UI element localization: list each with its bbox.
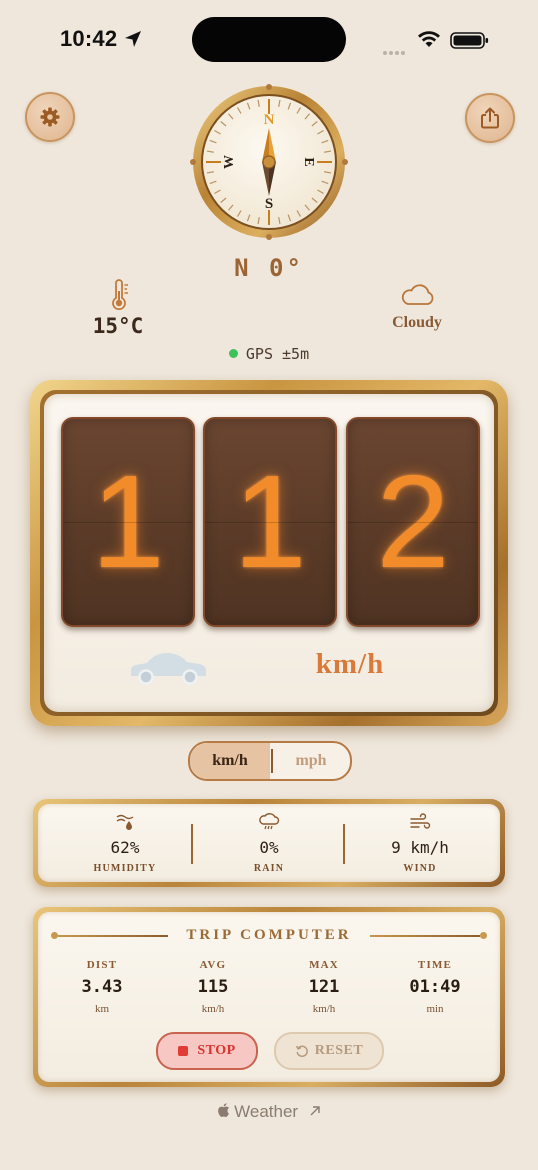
compass-north: N <box>264 112 275 128</box>
sky-condition: Cloudy <box>392 314 442 331</box>
stat-unit: km/h <box>201 1003 225 1015</box>
humidity-label: HUMIDITY <box>93 863 157 874</box>
unit-option-mph[interactable]: mph <box>272 743 350 779</box>
speed-digit-card: 2 <box>346 417 480 627</box>
stat-label: TIME <box>417 959 453 971</box>
share-button[interactable] <box>465 93 515 143</box>
trip-stat-max: MAX 121 km/h <box>274 959 374 1015</box>
metric-divider <box>191 824 193 864</box>
stat-label: MAX <box>309 959 339 971</box>
stat-value: 01:49 <box>409 977 461 997</box>
car-icon <box>131 653 206 685</box>
weather-attribution-link[interactable]: Weather <box>0 1102 538 1122</box>
gear-icon <box>40 107 60 127</box>
stat-value: 115 <box>197 977 229 997</box>
cellular-icon <box>383 40 409 55</box>
metric-divider <box>343 824 345 864</box>
compass-dial: N S W E <box>190 84 348 240</box>
trip-stat-average: AVG 115 km/h <box>163 959 263 1015</box>
compass-south: S <box>265 196 273 212</box>
stat-unit: km <box>94 1003 110 1015</box>
stat-label: DIST <box>86 959 118 971</box>
compass-east: E <box>301 157 316 166</box>
rain-icon <box>259 813 280 830</box>
unit-toggle[interactable]: km/h mph <box>188 741 352 781</box>
unit-option-kmh[interactable]: km/h <box>190 743 270 779</box>
battery-icon <box>450 32 489 49</box>
speed-digit-card: 1 <box>61 417 195 627</box>
wifi-icon <box>418 31 440 47</box>
stat-value: 3.43 <box>81 977 123 997</box>
reset-icon <box>295 1045 308 1058</box>
gps-indicator-dot <box>228 349 238 358</box>
trip-stat-distance: DIST 3.43 km <box>52 959 152 1015</box>
humidity-icon <box>116 814 134 830</box>
gps-accuracy: GPS ±5m <box>245 345 310 363</box>
settings-button[interactable] <box>25 92 75 142</box>
reset-label: RESET <box>314 1043 364 1058</box>
rain-label: RAIN <box>253 863 285 874</box>
title-rule <box>370 935 480 937</box>
stop-label: STOP <box>197 1043 236 1058</box>
wind-icon <box>410 813 431 829</box>
location-arrow-icon <box>125 31 141 47</box>
apple-icon <box>218 1103 230 1117</box>
stat-value: 121 <box>308 977 340 997</box>
speed-digit: 1 <box>233 448 307 595</box>
stat-unit: min <box>426 1003 444 1015</box>
stop-button[interactable]: STOP <box>156 1032 258 1070</box>
compass-heading: N 0° <box>234 254 304 282</box>
wind-label: WIND <box>403 863 437 874</box>
thermometer-icon <box>112 279 128 311</box>
footer-label: Weather <box>234 1102 299 1121</box>
reset-button[interactable]: RESET <box>274 1032 384 1070</box>
compass-west: W <box>222 155 237 169</box>
wind-metric: 9 km/h WIND <box>350 812 490 874</box>
humidity-metric: 62% HUMIDITY <box>55 812 195 874</box>
rain-value: 0% <box>259 838 279 857</box>
dynamic-island <box>192 17 346 62</box>
rain-metric: 0% RAIN <box>199 812 339 874</box>
stat-unit: km/h <box>312 1003 336 1015</box>
external-link-icon <box>310 1106 320 1116</box>
status-time: 10:42 <box>60 26 118 51</box>
title-ornament-dot <box>480 932 487 939</box>
gps-status: GPS ±5m <box>0 345 538 363</box>
speed-unit: km/h <box>315 648 385 680</box>
humidity-value: 62% <box>110 838 140 857</box>
cloud-icon <box>401 284 434 305</box>
temperature-value: 15°C <box>92 314 144 338</box>
stop-icon <box>178 1046 189 1056</box>
wind-value: 9 km/h <box>391 838 449 857</box>
trip-stat-time: TIME 01:49 min <box>385 959 485 1015</box>
stat-label: AVG <box>199 959 227 971</box>
speed-digit-card: 1 <box>203 417 337 627</box>
speed-digit: 2 <box>376 448 450 595</box>
share-icon <box>481 107 499 129</box>
speed-digit: 1 <box>91 448 165 595</box>
